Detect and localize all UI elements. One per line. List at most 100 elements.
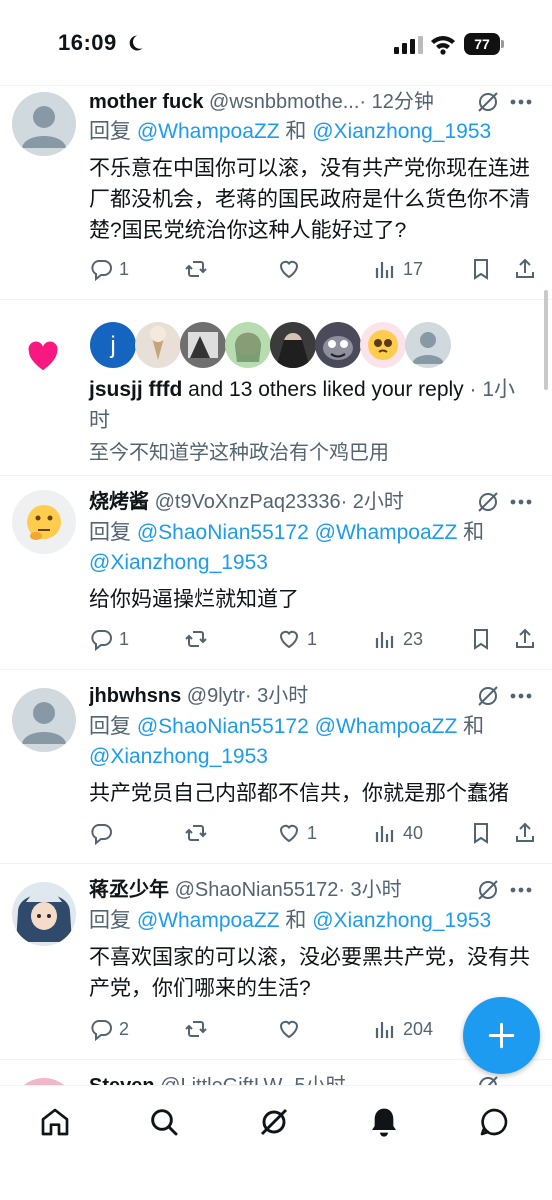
reply-icon [91, 824, 112, 845]
avatar[interactable] [12, 1078, 76, 1085]
mention-link[interactable]: @WhampoaZZ [315, 715, 458, 738]
views-icon [375, 262, 394, 278]
action-bar: 1 40 [89, 818, 538, 848]
nav-messages[interactable] [476, 1104, 512, 1140]
liker-avatar[interactable] [135, 322, 181, 368]
heart-outline-icon [279, 1020, 299, 1039]
reply-icon [91, 260, 112, 281]
bookmark-icon [474, 823, 488, 844]
more-options-icon[interactable] [510, 887, 532, 893]
repost-icon [185, 825, 207, 841]
wifi-icon [431, 36, 455, 55]
heart-filled-icon [28, 341, 58, 371]
more-options-icon[interactable] [510, 99, 532, 105]
display-name[interactable]: jhbwhsns [89, 685, 181, 707]
liker-avatar[interactable] [225, 322, 271, 368]
reply-item[interactable]: jhbwhsns @9lytr· 3小时 回复 @ShaoNian55172 @… [0, 670, 552, 864]
moon-icon [129, 35, 143, 51]
action-bar: 1 17 [89, 254, 538, 284]
reply-text: 给你妈逼操烂就知道了 [89, 588, 299, 611]
bottom-navigation [0, 1085, 552, 1200]
liker-avatar[interactable] [180, 322, 226, 368]
reply-item[interactable]: mother fuck @wsnbbmothe...· 12分钟 回复 @Wha… [0, 86, 552, 300]
timestamp: · 2小时 [340, 491, 404, 513]
liked-reply-text[interactable]: 至今不知道学这种政治有个鸡巴用 [89, 438, 389, 468]
nav-search[interactable] [146, 1104, 182, 1140]
share-icon [516, 628, 534, 648]
grok-icon [260, 1108, 288, 1136]
repost-icon [185, 261, 207, 277]
notifications-feed[interactable]: mother fuck @wsnbbmothe...· 12分钟 回复 @Wha… [0, 86, 552, 1085]
bookmark-icon [474, 629, 488, 650]
battery-level: 77 [474, 36, 490, 52]
notifications-icon [372, 1108, 396, 1137]
liker-avatar[interactable] [360, 322, 406, 368]
mention-link[interactable]: @WhampoaZZ [315, 521, 458, 544]
handle: @LittleGiftLW [160, 1075, 282, 1085]
plus-icon [488, 1022, 515, 1049]
svg-text:j: j [109, 332, 115, 359]
cellular-signal-icon [394, 36, 423, 54]
repost-icon [185, 1021, 207, 1037]
display-name[interactable]: 烧烤酱 [89, 491, 149, 513]
action-bar: 1 1 23 [89, 624, 538, 654]
handle: @9lytr [186, 685, 245, 707]
mention-link[interactable]: @Xianzhong_1953 [89, 745, 268, 768]
display-name[interactable]: mother fuck [89, 91, 203, 113]
display-name[interactable]: 蒋丞少年 [89, 879, 169, 901]
reply-icon [91, 630, 112, 651]
liker-avatar[interactable] [315, 322, 361, 368]
reply-text: 不乐意在中国你可以滚，没有共产党你现在连进厂都没机会，老蒋的国民政府是什么货色你… [89, 157, 530, 242]
avatar[interactable] [12, 688, 76, 752]
reply-context: 回复 @ShaoNian55172 @WhampoaZZ 和 @Xianzhon… [89, 521, 485, 574]
mention-link[interactable]: @ShaoNian55172 [137, 715, 309, 738]
nav-notifications[interactable] [366, 1104, 402, 1140]
grok-icon[interactable] [476, 684, 500, 708]
grok-icon[interactable] [476, 878, 500, 902]
notification-text[interactable]: jsusjj fffd and 13 others liked your rep… [89, 374, 530, 436]
views-icon [375, 1022, 394, 1038]
share-icon [516, 258, 534, 278]
mention-link[interactable]: @WhampoaZZ [137, 120, 280, 143]
scrollbar[interactable] [544, 290, 548, 390]
grok-icon[interactable] [476, 490, 500, 514]
nav-grok[interactable] [256, 1104, 292, 1140]
avatar[interactable] [12, 882, 76, 946]
liker-avatar[interactable]: j [90, 322, 136, 368]
search-icon [151, 1109, 178, 1136]
avatar[interactable] [12, 490, 76, 554]
mention-link[interactable]: @ShaoNian55172 [137, 521, 309, 544]
mention-link[interactable]: @Xianzhong_1953 [312, 909, 491, 932]
heart-outline-icon [279, 630, 299, 649]
liker-avatar[interactable] [405, 322, 451, 368]
more-options-icon[interactable] [510, 693, 532, 699]
bookmark-icon [474, 259, 488, 280]
reply-context: 回复 @ShaoNian55172 @WhampoaZZ 和 @Xianzhon… [89, 715, 485, 768]
avatar[interactable] [12, 92, 76, 156]
grok-icon[interactable] [476, 90, 500, 114]
reply-context: 回复 @WhampoaZZ 和 @Xianzhong_1953 [89, 909, 492, 932]
nav-home[interactable] [37, 1104, 73, 1140]
liker-avatar[interactable] [270, 322, 316, 368]
like-notification[interactable]: j jsusjj fffd and 13 others liked your r… [0, 300, 552, 476]
timestamp: · 3小时 [338, 879, 402, 901]
mention-link[interactable]: @WhampoaZZ [137, 909, 280, 932]
messages-icon [480, 1108, 508, 1136]
grok-icon[interactable] [476, 1074, 500, 1085]
more-options-icon[interactable] [510, 499, 532, 505]
repost-icon [185, 631, 207, 647]
handle: @t9VoXnzPaq23336 [154, 491, 341, 513]
home-icon [41, 1108, 69, 1136]
mention-link[interactable]: @Xianzhong_1953 [312, 120, 491, 143]
status-time: 16:09 [58, 30, 117, 55]
handle: @wsnbbmothe... [209, 91, 360, 113]
reply-item[interactable]: Steven @LittleGiftLW· 5小时 [0, 1060, 552, 1085]
compose-button[interactable] [463, 997, 540, 1074]
display-name[interactable]: Steven [89, 1075, 155, 1085]
reply-item[interactable]: 烧烤酱 @t9VoXnzPaq23336· 2小时 回复 @ShaoNian55… [0, 476, 552, 670]
reply-text: 共产党员自己内部都不信共，你就是那个蠢猪 [89, 782, 509, 805]
mention-link[interactable]: @Xianzhong_1953 [89, 551, 268, 574]
reply-icon [91, 1020, 112, 1041]
views-icon [375, 826, 394, 842]
views-icon [375, 632, 394, 648]
